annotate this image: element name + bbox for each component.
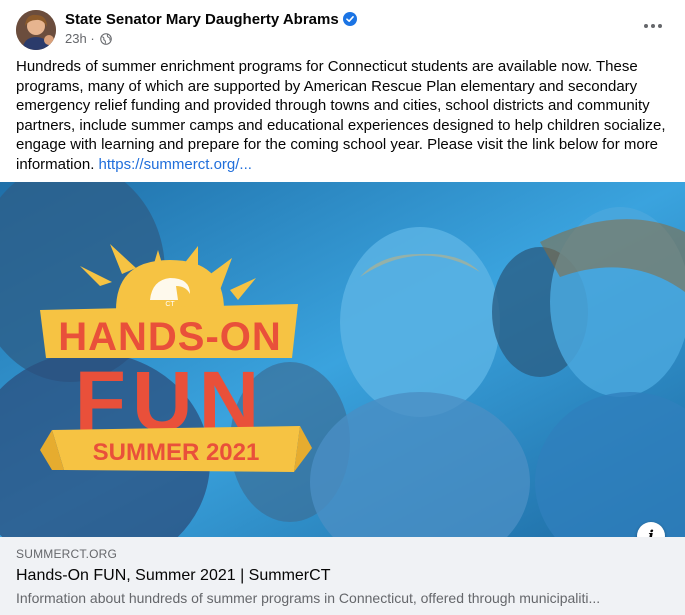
author-name-text: State Senator Mary Daugherty Abrams <box>65 11 339 28</box>
post-header: State Senator Mary Daugherty Abrams 23h … <box>16 10 669 50</box>
link-title[interactable]: Hands-On FUN, Summer 2021 | SummerCT <box>16 567 330 585</box>
more-options-icon <box>644 24 662 28</box>
facebook-post: State Senator Mary Daugherty Abrams 23h … <box>0 0 685 615</box>
logo-top-banner: HANDS-ON <box>40 304 298 359</box>
author-name[interactable]: State Senator Mary Daugherty Abrams <box>65 11 357 28</box>
post-timestamp[interactable]: 23h <box>65 31 87 46</box>
logo-bottom-banner: SUMMER 2021 <box>40 426 312 472</box>
kids-photo-illustration: CT HANDS-ON FUN SUMMER 2021 <box>0 182 685 537</box>
post-meta: 23h · <box>65 31 113 46</box>
globe-icon <box>100 33 113 45</box>
link-preview-card[interactable]: SUMMERCT.ORG Hands-On FUN, Summer 2021 |… <box>0 537 685 615</box>
link-preview-image[interactable]: CT HANDS-ON FUN SUMMER 2021 <box>0 182 685 537</box>
more-options-button[interactable] <box>637 14 669 38</box>
logo-summer-text: SUMMER 2021 <box>93 439 260 466</box>
post-link[interactable]: https://summerct.org/... <box>99 156 252 173</box>
link-description: Information about hundreds of summer pro… <box>16 590 601 606</box>
avatar-image <box>16 10 56 50</box>
verified-badge-icon <box>342 12 357 26</box>
meta-separator: · <box>90 31 95 46</box>
post-text: Hundreds of summer enrichment programs f… <box>16 57 668 175</box>
logo-hands-on-text: HANDS-ON <box>58 315 282 359</box>
link-domain: SUMMERCT.ORG <box>16 547 118 561</box>
author-avatar[interactable] <box>16 10 56 50</box>
